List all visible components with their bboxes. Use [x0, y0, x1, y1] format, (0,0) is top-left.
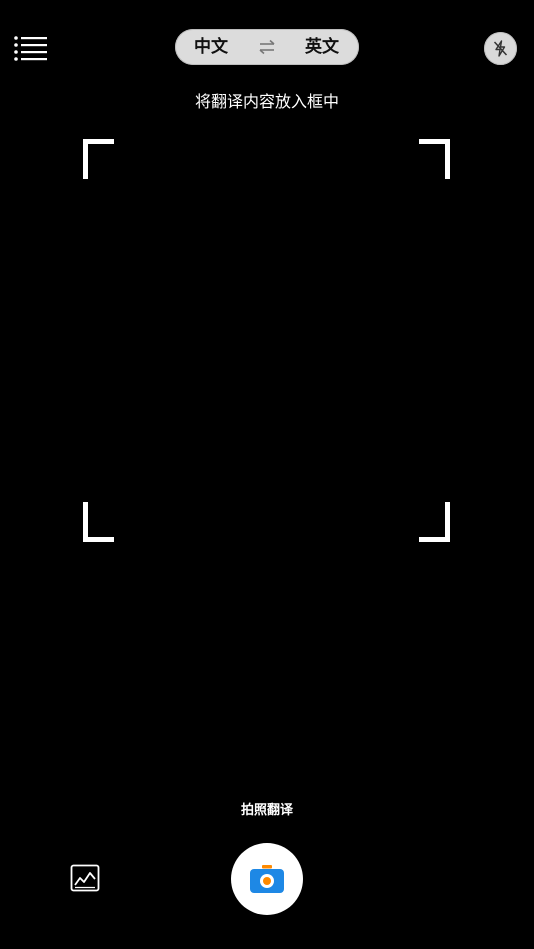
language-switcher: 中文 英文: [175, 29, 359, 65]
viewfinder-corner-top-left: [83, 139, 114, 179]
gallery-button[interactable]: [70, 864, 100, 892]
mode-label-photo-translate[interactable]: 拍照翻译: [0, 799, 534, 818]
image-gallery-icon: [70, 864, 100, 892]
target-language-button[interactable]: 英文: [305, 29, 339, 65]
shutter-button[interactable]: [231, 843, 303, 915]
list-menu-icon: [14, 36, 47, 61]
viewfinder-corner-bottom-left: [83, 502, 114, 542]
viewfinder-corner-top-right: [419, 139, 450, 179]
scan-hint-text: 将翻译内容放入框中: [194, 92, 339, 111]
viewfinder-corner-bottom-right: [419, 502, 450, 542]
camera-icon: [250, 865, 284, 893]
flash-off-icon: [493, 40, 508, 57]
source-language-button[interactable]: 中文: [194, 29, 228, 65]
menu-button[interactable]: [12, 34, 50, 64]
swap-arrows-icon: [259, 39, 275, 55]
swap-languages-button[interactable]: [257, 39, 277, 55]
flash-toggle-button[interactable]: [484, 32, 517, 65]
